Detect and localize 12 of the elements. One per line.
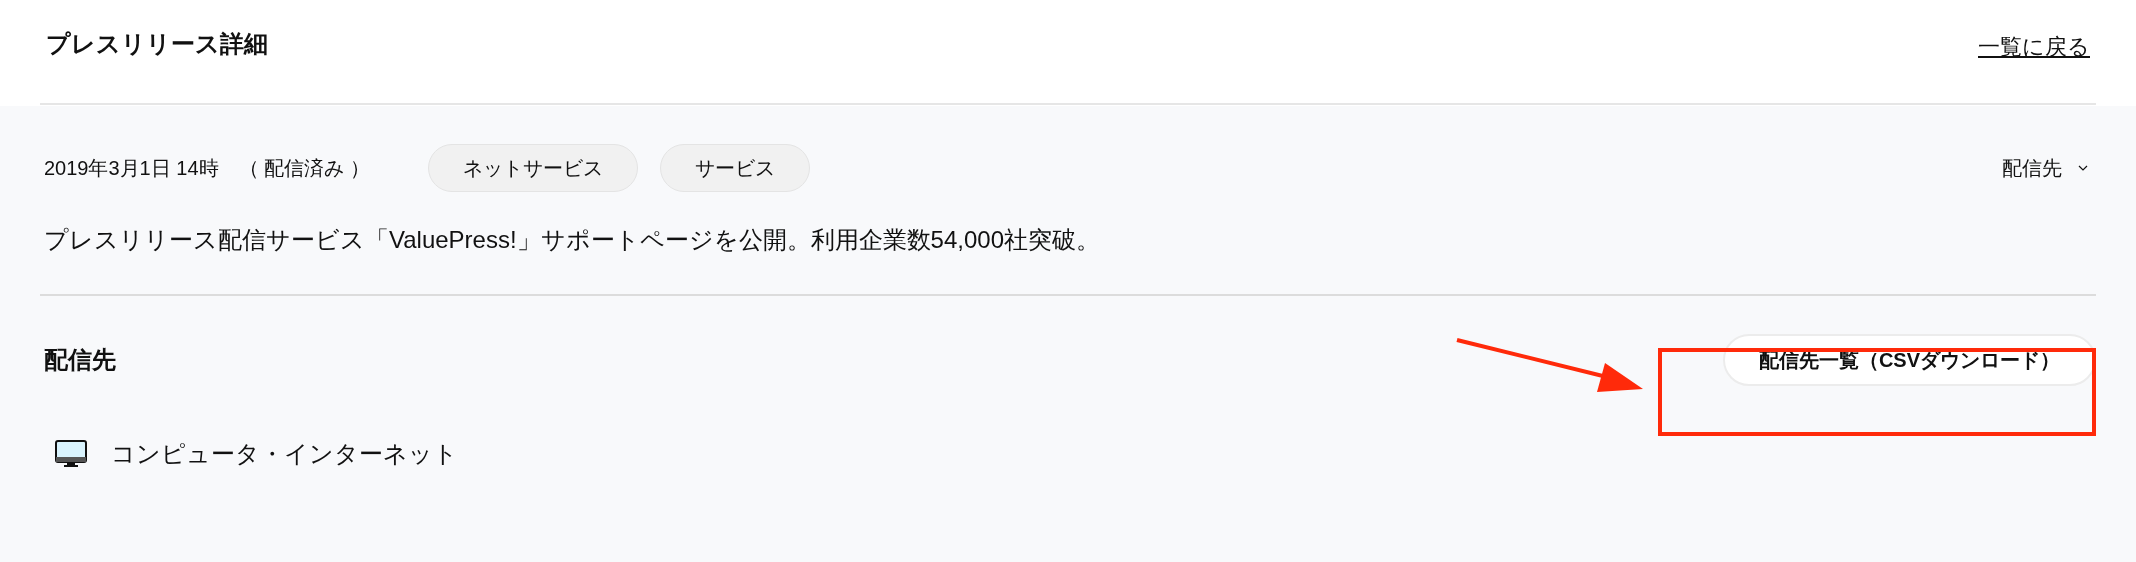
chevron-down-icon [2078, 165, 2088, 171]
distribution-dropdown[interactable]: 配信先 [2002, 153, 2088, 183]
category-label: コンピュータ・インターネット [111, 439, 458, 469]
page-title: プレスリリース詳細 [46, 29, 268, 59]
release-datetime: 2019年3月1日 14時 [44, 156, 219, 181]
release-headline: プレスリリース配信サービス「ValuePress!」サポートページを公開。利用企業数54,000社突破。 [43, 225, 1102, 255]
release-status: （ 配信済み ） [238, 156, 370, 181]
back-link[interactable]: 一覧に戻る [1978, 30, 2090, 63]
category-tag: ネットサービス [427, 144, 638, 192]
category-tag: サービス [659, 144, 810, 192]
section-heading: 配信先 [44, 345, 116, 375]
monitor-icon [55, 440, 87, 468]
